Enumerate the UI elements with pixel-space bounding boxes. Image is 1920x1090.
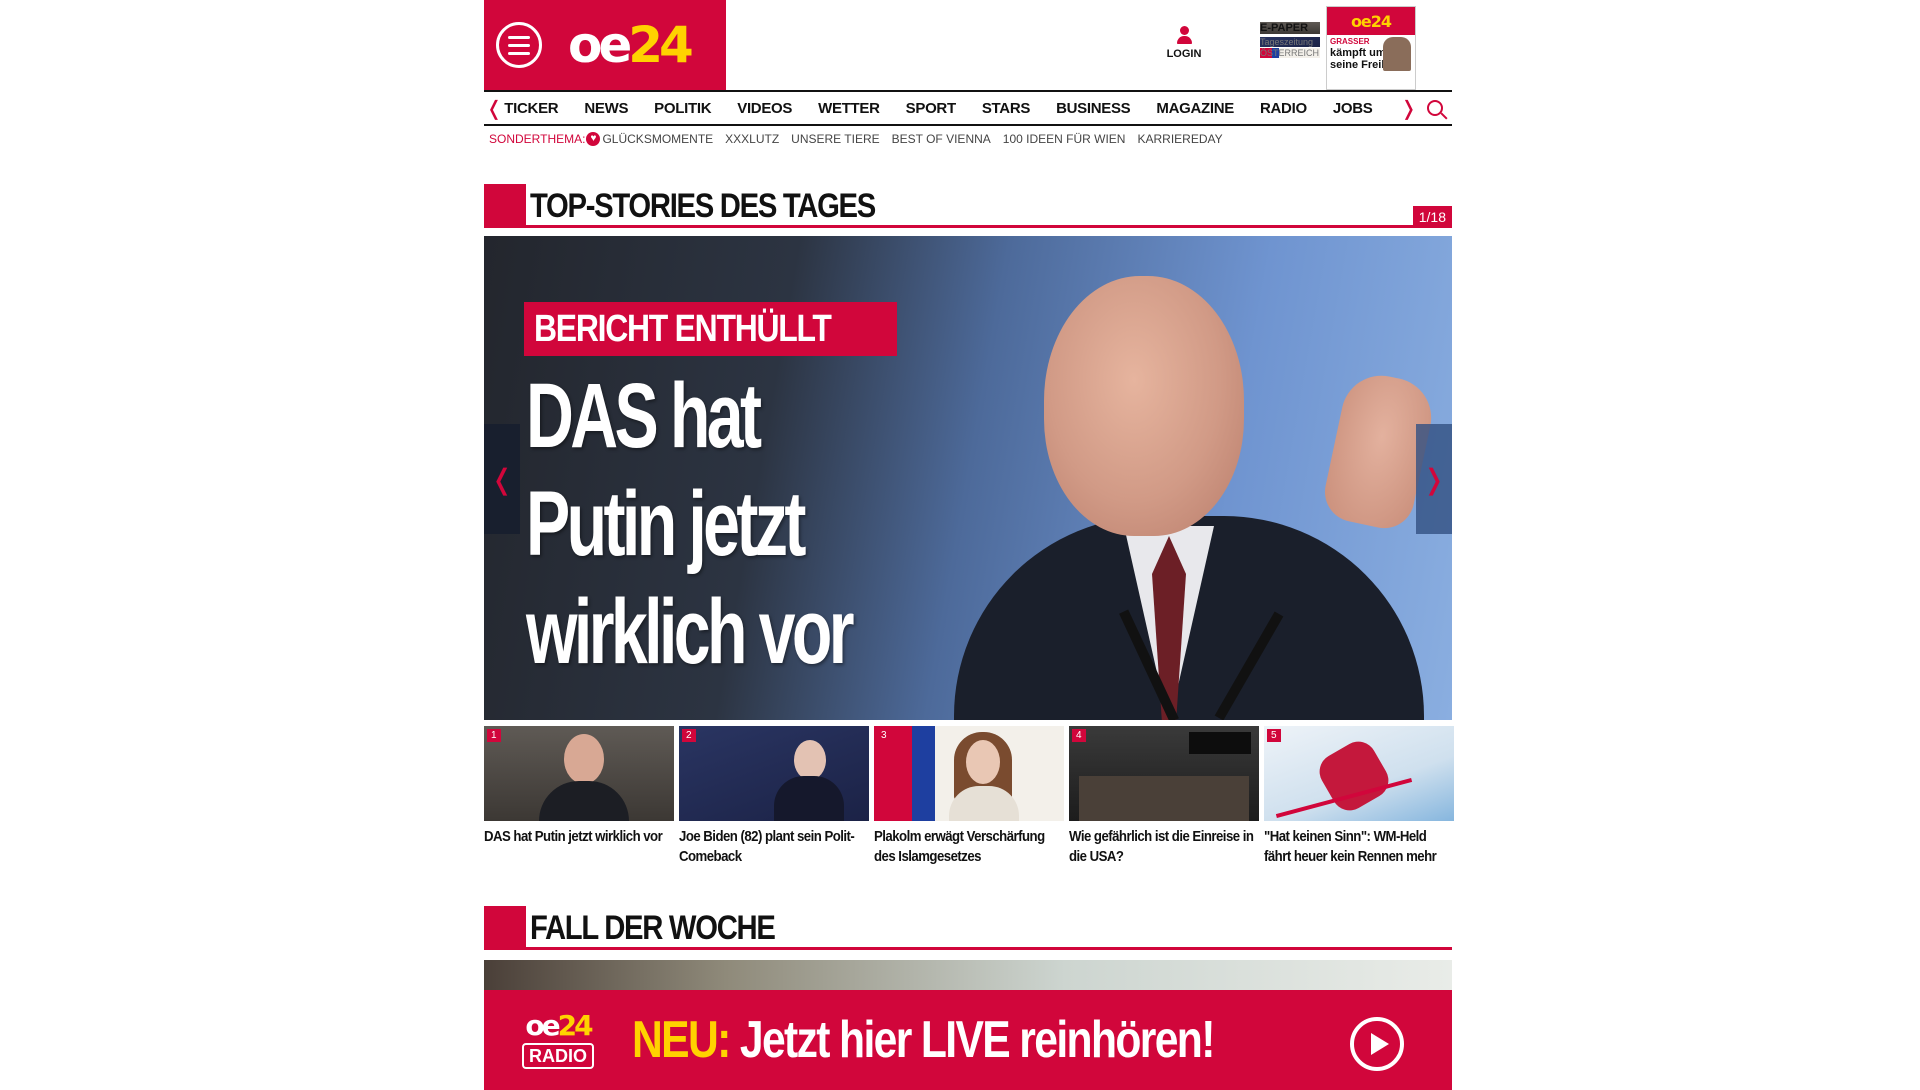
story-thumbnail-caption: Plakolm erwägt Verschärfung des Islamges… bbox=[874, 828, 1045, 865]
subnav-item-xxxlutz[interactable]: XXXLUTZ bbox=[725, 132, 779, 146]
nav-item-wetter[interactable]: WETTER bbox=[818, 100, 880, 117]
subnav-item-unsere-tiere[interactable]: UNSERE TIERE bbox=[791, 132, 879, 146]
story-thumbnail-image: 4 bbox=[1069, 726, 1259, 821]
nav-item-business[interactable]: BUSINESS bbox=[1056, 100, 1131, 117]
nav-item-radio[interactable]: RADIO bbox=[1260, 100, 1307, 117]
logo-block: oe24 bbox=[484, 0, 726, 90]
story-thumbnail-1[interactable]: 1 DAS hat Putin jetzt wirklich vor bbox=[484, 726, 674, 867]
nav-prev-arrow-icon[interactable]: ❬ bbox=[484, 96, 504, 120]
special-topics-label: SONDERTHEMA: bbox=[489, 132, 586, 146]
hero-kicker: BERICHT ENTHÜLLT bbox=[524, 302, 898, 356]
section-marker bbox=[484, 906, 526, 950]
slide-counter: 1/18 bbox=[1412, 206, 1452, 228]
radio-live-banner[interactable]: oe24 RADIO NEU: Jetzt hier LIVE reinhöre… bbox=[484, 990, 1452, 1090]
story-thumbnail-image: 3 bbox=[874, 726, 1064, 821]
story-thumbnail-image: 1 bbox=[484, 726, 674, 821]
play-icon[interactable] bbox=[1350, 1017, 1404, 1071]
main-nav: ❬ TICKER NEWS POLITIK VIDEOS WETTER SPOR… bbox=[484, 90, 1452, 126]
epaper-region: ÖSTERREICH bbox=[1260, 48, 1320, 58]
heart-icon: ♥ bbox=[586, 132, 601, 146]
site-logo[interactable]: oe24 bbox=[568, 20, 694, 70]
fall-der-woche-image[interactable] bbox=[484, 960, 1452, 990]
radio-cta-text: Jetzt hier LIVE reinhören! bbox=[739, 1011, 1216, 1069]
top-stories-heading: TOP-STORIES DES TAGES 1/18 bbox=[484, 184, 1452, 228]
story-thumbnail-4[interactable]: 4 Wie gefährlich ist die Einreise in die… bbox=[1069, 726, 1259, 867]
epaper-link[interactable]: E-PAPER Tageszeitung ÖSTERREICH bbox=[1260, 22, 1320, 58]
story-thumbnail-caption: Joe Biden (82) plant sein Polit-Comeback bbox=[679, 828, 855, 865]
epaper-cover-image[interactable]: oe24 GRASSER kämpft um seine Freiheit bbox=[1326, 6, 1416, 90]
hero-slide[interactable]: BERICHT ENTHÜLLT DAS hat Putin jetzt wir… bbox=[484, 236, 1452, 720]
story-thumbnail-caption: Wie gefährlich ist die Einreise in die U… bbox=[1069, 828, 1254, 865]
section-divider bbox=[526, 225, 1452, 228]
nav-item-politik[interactable]: POLITIK bbox=[654, 100, 711, 117]
radio-logo: oe24 RADIO bbox=[512, 1011, 604, 1069]
nav-item-stars[interactable]: STARS bbox=[982, 100, 1031, 117]
top-stories-thumbnails: 1 DAS hat Putin jetzt wirklich vor 2 Joe… bbox=[484, 726, 1454, 867]
nav-item-ticker[interactable]: TICKER bbox=[504, 100, 558, 117]
nav-next-arrow-icon[interactable]: ❭ bbox=[1398, 96, 1418, 120]
user-icon bbox=[1176, 26, 1192, 44]
story-thumbnail-5[interactable]: 5 "Hat keinen Sinn": WM-Held fährt heuer… bbox=[1264, 726, 1454, 867]
epaper-cover-logo: oe24 bbox=[1327, 7, 1415, 35]
fall-der-woche-heading: FALL DER WOCHE bbox=[484, 906, 1452, 950]
nav-item-magazine[interactable]: MAGAZINE bbox=[1156, 100, 1234, 117]
nav-item-news[interactable]: NEWS bbox=[584, 100, 628, 117]
hero-prev-arrow-icon[interactable]: ❬ bbox=[484, 424, 520, 534]
story-thumbnail-caption: DAS hat Putin jetzt wirklich vor bbox=[484, 828, 663, 845]
story-thumbnail-3[interactable]: 3 Plakolm erwägt Verschärfung des Islamg… bbox=[874, 726, 1064, 867]
radio-new-label: NEU: bbox=[632, 1011, 731, 1069]
top-stories-title: TOP-STORIES DES TAGES bbox=[530, 187, 876, 225]
hero-photo-face bbox=[1044, 276, 1244, 536]
radio-banner-text: NEU: Jetzt hier LIVE reinhören! bbox=[632, 1010, 1216, 1070]
section-marker bbox=[484, 184, 526, 228]
special-topics-bar: SONDERTHEMA: ♥ GLÜCKSMOMENTE XXXLUTZ UNS… bbox=[484, 130, 1452, 148]
fall-der-woche-title: FALL DER WOCHE bbox=[530, 909, 776, 947]
subnav-item-best-of-vienna[interactable]: BEST OF VIENNA bbox=[892, 132, 991, 146]
subnav-item-karriereday[interactable]: KARRIEREDAY bbox=[1137, 132, 1222, 146]
nav-item-jobs[interactable]: JOBS bbox=[1333, 100, 1373, 117]
epaper-cover-photo bbox=[1383, 37, 1411, 71]
radio-logo-label: RADIO bbox=[522, 1043, 594, 1069]
login-label: LOGIN bbox=[1166, 48, 1202, 60]
story-thumbnail-image: 2 bbox=[679, 726, 869, 821]
login-button[interactable]: LOGIN bbox=[1164, 26, 1204, 60]
hero-headline[interactable]: DAS hat Putin jetzt wirklich vor bbox=[526, 362, 886, 686]
story-thumbnail-image: 5 bbox=[1264, 726, 1454, 821]
story-thumbnail-caption: "Hat keinen Sinn": WM-Held fährt heuer k… bbox=[1264, 828, 1437, 865]
search-button[interactable] bbox=[1419, 92, 1452, 124]
search-icon bbox=[1427, 100, 1444, 116]
hero-next-arrow-icon[interactable]: ❭ bbox=[1416, 424, 1452, 534]
epaper-title: E-PAPER bbox=[1260, 22, 1320, 34]
story-thumbnail-2[interactable]: 2 Joe Biden (82) plant sein Polit-Comeba… bbox=[679, 726, 869, 867]
nav-item-videos[interactable]: VIDEOS bbox=[737, 100, 792, 117]
nav-items: TICKER NEWS POLITIK VIDEOS WETTER SPORT … bbox=[504, 100, 1398, 117]
section-divider bbox=[526, 947, 1452, 950]
site-header: oe24 LOGIN E-PAPER Tageszeitung ÖSTERREI… bbox=[484, 0, 1452, 90]
nav-item-sport[interactable]: SPORT bbox=[906, 100, 956, 117]
subnav-item-gluecksmomente[interactable]: GLÜCKSMOMENTE bbox=[602, 132, 713, 146]
hamburger-menu-icon[interactable] bbox=[496, 22, 542, 68]
subnav-item-100-ideen[interactable]: 100 IDEEN FÜR WIEN bbox=[1003, 132, 1126, 146]
page: oe24 LOGIN E-PAPER Tageszeitung ÖSTERREI… bbox=[484, 0, 1454, 1090]
epaper-subtitle: Tageszeitung bbox=[1260, 37, 1320, 47]
